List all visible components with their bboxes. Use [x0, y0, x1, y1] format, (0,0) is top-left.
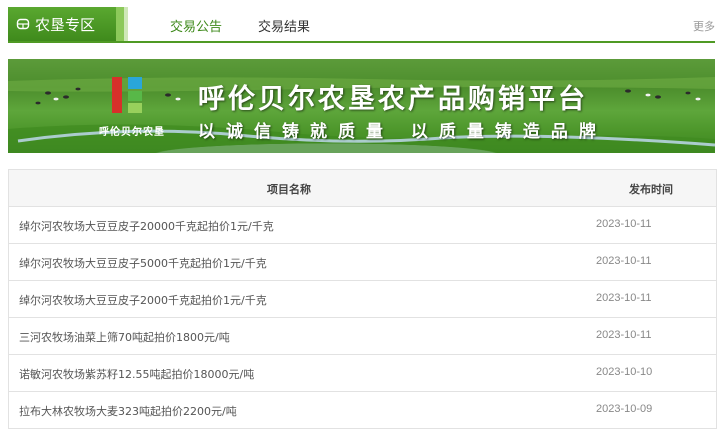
logo-text: 呼伦贝尔农垦 — [99, 127, 165, 138]
row-publish-date: 2023-10-10 — [596, 366, 653, 378]
announcement-table: 项目名称 发布时间 绰尔河农牧场大豆豆皮子20000千克起拍价1元/千克 202… — [8, 169, 717, 429]
table-row[interactable]: 拉布大林农牧场大麦323吨起拍价2200元/吨 2023-10-09 — [9, 392, 716, 429]
table-row[interactable]: 绰尔河农牧场大豆豆皮子2000千克起拍价1元/千克 2023-10-11 — [9, 281, 716, 318]
zone-stripe — [116, 7, 124, 41]
row-publish-date: 2023-10-11 — [596, 255, 652, 267]
row-project-name[interactable]: 诺敏河农牧场紫苏籽12.55吨起拍价18000元/吨 — [19, 366, 254, 382]
column-header-name: 项目名称 — [267, 183, 311, 196]
banner-title: 呼伦贝尔农垦农产品购销平台 — [198, 84, 588, 115]
zone-title-block: 农垦专区 — [8, 7, 116, 41]
zone-title: 农垦专区 — [35, 15, 96, 34]
section-header: 农垦专区 交易公告 交易结果 更多 — [8, 7, 715, 43]
banner: 呼伦贝尔农垦 呼伦贝尔农垦农产品购销平台 以诚信铸就质量 以质量铸造品牌 — [8, 59, 715, 153]
table-row[interactable]: 三河农牧场油菜上筛70吨起拍价1800元/吨 2023-10-11 — [9, 318, 716, 355]
row-publish-date: 2023-10-09 — [596, 403, 653, 415]
table-row[interactable]: 绰尔河农牧场大豆豆皮子20000千克起拍价1元/千克 2023-10-11 — [9, 207, 716, 244]
more-link[interactable]: 更多 — [693, 18, 715, 34]
table-header-row: 项目名称 发布时间 — [9, 170, 716, 207]
row-publish-date: 2023-10-11 — [596, 292, 652, 304]
zone-stripe-light — [124, 7, 128, 41]
tab-announcements[interactable]: 交易公告 — [170, 16, 222, 35]
row-project-name[interactable]: 三河农牧场油菜上筛70吨起拍价1800元/吨 — [19, 329, 230, 345]
row-project-name[interactable]: 绰尔河农牧场大豆豆皮子20000千克起拍价1元/千克 — [19, 218, 274, 234]
platform-logo-icon — [112, 77, 156, 117]
home-icon — [16, 18, 30, 30]
table-row[interactable]: 绰尔河农牧场大豆豆皮子5000千克起拍价1元/千克 2023-10-11 — [9, 244, 716, 281]
row-project-name[interactable]: 绰尔河农牧场大豆豆皮子5000千克起拍价1元/千克 — [19, 255, 267, 271]
table-row[interactable]: 诺敏河农牧场紫苏籽12.55吨起拍价18000元/吨 2023-10-10 — [9, 355, 716, 392]
column-header-date: 发布时间 — [629, 183, 673, 196]
banner-slogan: 以诚信铸就质量 以质量铸造品牌 — [198, 122, 607, 142]
row-project-name[interactable]: 绰尔河农牧场大豆豆皮子2000千克起拍价1元/千克 — [19, 292, 267, 308]
tab-results[interactable]: 交易结果 — [258, 16, 310, 35]
row-publish-date: 2023-10-11 — [596, 329, 652, 341]
row-project-name[interactable]: 拉布大林农牧场大麦323吨起拍价2200元/吨 — [19, 403, 237, 419]
header-underline — [8, 41, 715, 43]
row-publish-date: 2023-10-11 — [596, 218, 652, 230]
